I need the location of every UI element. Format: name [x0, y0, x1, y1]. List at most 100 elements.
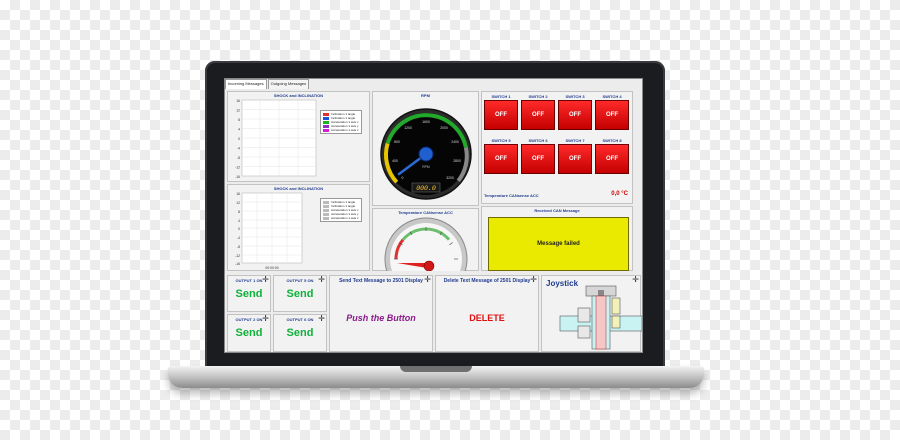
send-output-1-button[interactable]: Send — [228, 288, 270, 300]
send-text-panel: Send Text Message to 2501 Display ✛ Push… — [329, 275, 433, 352]
legend-swatch — [323, 200, 329, 204]
add-icon[interactable]: ✛ — [318, 315, 325, 323]
push-button[interactable]: Push the Button — [330, 313, 432, 323]
chart-plot: 16 12 8 4 0 -4 -8 -12 -16 — [235, 99, 317, 179]
y-tick: 4 — [238, 128, 240, 132]
rpm-tick: 400 — [392, 159, 398, 163]
received-message: Message failed — [488, 217, 629, 271]
y-tick: 4 — [238, 219, 240, 223]
output-5-panel: OUTPUT 5 ON ✛ Send — [273, 275, 327, 312]
y-tick: -8 — [237, 156, 240, 160]
switch-panel: SWITCH 1 OFF SWITCH 2 OFF SWITCH 3 OFF S… — [481, 91, 633, 204]
y-tick: -8 — [237, 245, 240, 249]
switch-label: SWITCH 1 — [491, 94, 511, 99]
received-title: Received CAN Message — [534, 208, 580, 213]
legend-swatch — [323, 208, 329, 212]
switch-5-button[interactable]: OFF — [484, 144, 518, 174]
add-icon[interactable]: ✛ — [262, 315, 269, 323]
chart-legend: Inclination 1 angle Inclination 1 angle … — [320, 198, 362, 222]
legend-swatch — [323, 120, 329, 124]
rpm-tick: 3200 — [446, 176, 454, 180]
received-panel: Received CAN Message Message failed — [481, 206, 633, 271]
y-tick: 16 — [236, 192, 240, 196]
switch-label: SWITCH 5 — [491, 138, 511, 143]
temp-readout-value: 0,0 °C — [611, 191, 628, 197]
y-tick: -4 — [237, 236, 240, 240]
chart-legend: Inclination 1 angle Inclination 1 angle … — [320, 110, 362, 134]
output-2-panel: OUTPUT 2 ON ✛ Send — [227, 314, 271, 352]
switch-label: SWITCH 7 — [565, 138, 585, 143]
send-text-title: Send Text Message to 2501 Display — [339, 278, 423, 284]
app-screen: Incoming Messages Outgoing Messages SHOC… — [224, 78, 643, 353]
output-1-panel: OUTPUT 1 ON ✛ Send — [227, 275, 271, 312]
legend-swatch — [323, 124, 329, 128]
switch-label: SWITCH 6 — [528, 138, 548, 143]
switch-label: SWITCH 2 — [528, 94, 548, 99]
y-tick: -16 — [235, 262, 240, 266]
y-tick: -12 — [235, 254, 240, 258]
switch-1-button[interactable]: OFF — [484, 100, 518, 130]
switch-8-button[interactable]: OFF — [595, 144, 629, 174]
tab-incoming[interactable]: Incoming Messages — [225, 79, 267, 89]
y-tick: 16 — [236, 99, 240, 103]
y-tick: 12 — [236, 201, 240, 205]
rpm-panel: RPM 0 400 800 1200 1600 2000 2400 2800 3… — [372, 91, 479, 206]
rpm-display: 000.0 — [416, 185, 436, 192]
send-output-6-button[interactable]: Send — [274, 327, 326, 339]
legend-swatch — [323, 128, 329, 132]
laptop-notch — [400, 366, 472, 372]
tab-outgoing[interactable]: Outgoing Messages — [267, 79, 310, 89]
delete-text-panel: Delete Text Message of 2501 Display ✛ DE… — [435, 275, 539, 352]
rpm-gauge: 0 400 800 1200 1600 2000 2400 2800 3200 … — [380, 108, 472, 200]
legend-entry: Acceleration 1 axis z — [331, 216, 359, 220]
legend-entry: Acceleration 1 axis z — [331, 128, 359, 132]
temp-gauge-panel: Temperature CANsense ACC — [372, 208, 479, 271]
y-tick: -16 — [235, 175, 240, 179]
shock-chart-bottom: SHOCK and INCLINATION 16 12 8 4 0 -4 -8 … — [227, 184, 370, 271]
y-tick: -4 — [237, 147, 240, 151]
rpm-tick: 2400 — [451, 140, 459, 144]
x-axis-label: 00:00:00 — [265, 266, 278, 270]
switch-label: SWITCH 8 — [602, 138, 622, 143]
add-icon[interactable]: ✛ — [262, 276, 269, 284]
output-6-panel: OUTPUT 6 ON ✛ Send — [273, 314, 327, 352]
laptop-base — [168, 366, 704, 388]
y-tick: 8 — [238, 210, 240, 214]
send-output-5-button[interactable]: Send — [274, 288, 326, 300]
legend-swatch — [323, 204, 329, 208]
rpm-tick: 2000 — [440, 126, 448, 130]
add-icon[interactable]: ✛ — [424, 276, 431, 284]
rpm-tick: 2800 — [453, 159, 461, 163]
switch-3-button[interactable]: OFF — [558, 100, 592, 130]
joystick-widget[interactable] — [542, 276, 642, 353]
switch-6-button[interactable]: OFF — [521, 144, 555, 174]
tab-bar: Incoming Messages Outgoing Messages — [225, 79, 310, 89]
temp-readout-label: Temperature CANsense ACC — [484, 193, 539, 198]
legend-swatch — [323, 116, 329, 120]
y-tick: 0 — [238, 227, 240, 231]
switch-4-button[interactable]: OFF — [595, 100, 629, 130]
y-tick: 12 — [236, 109, 240, 113]
add-icon[interactable]: ✛ — [530, 276, 537, 284]
temp-gauge — [384, 217, 468, 271]
legend-swatch — [323, 112, 329, 116]
joystick-panel: Joystick ✛ — [541, 275, 642, 353]
rpm-tick: 1200 — [404, 126, 412, 130]
delete-text-title: Delete Text Message of 2501 Display — [443, 278, 531, 284]
add-icon[interactable]: ✛ — [318, 276, 325, 284]
y-tick: 0 — [238, 137, 240, 141]
rpm-tick: 800 — [394, 140, 400, 144]
rpm-unit: RPM — [422, 165, 430, 169]
rpm-tick: 1600 — [422, 120, 430, 124]
rpm-tick: 0 — [402, 176, 404, 180]
switch-7-button[interactable]: OFF — [558, 144, 592, 174]
legend-swatch — [323, 216, 329, 220]
switch-label: SWITCH 4 — [602, 94, 622, 99]
y-tick: 8 — [238, 118, 240, 122]
delete-button[interactable]: DELETE — [436, 313, 538, 323]
y-tick: -12 — [235, 166, 240, 170]
send-output-2-button[interactable]: Send — [228, 327, 270, 339]
shock-chart-top: SHOCK and INCLINATION 16 12 8 4 0 -4 -8 … — [227, 91, 370, 182]
switch-label: SWITCH 3 — [565, 94, 585, 99]
switch-2-button[interactable]: OFF — [521, 100, 555, 130]
